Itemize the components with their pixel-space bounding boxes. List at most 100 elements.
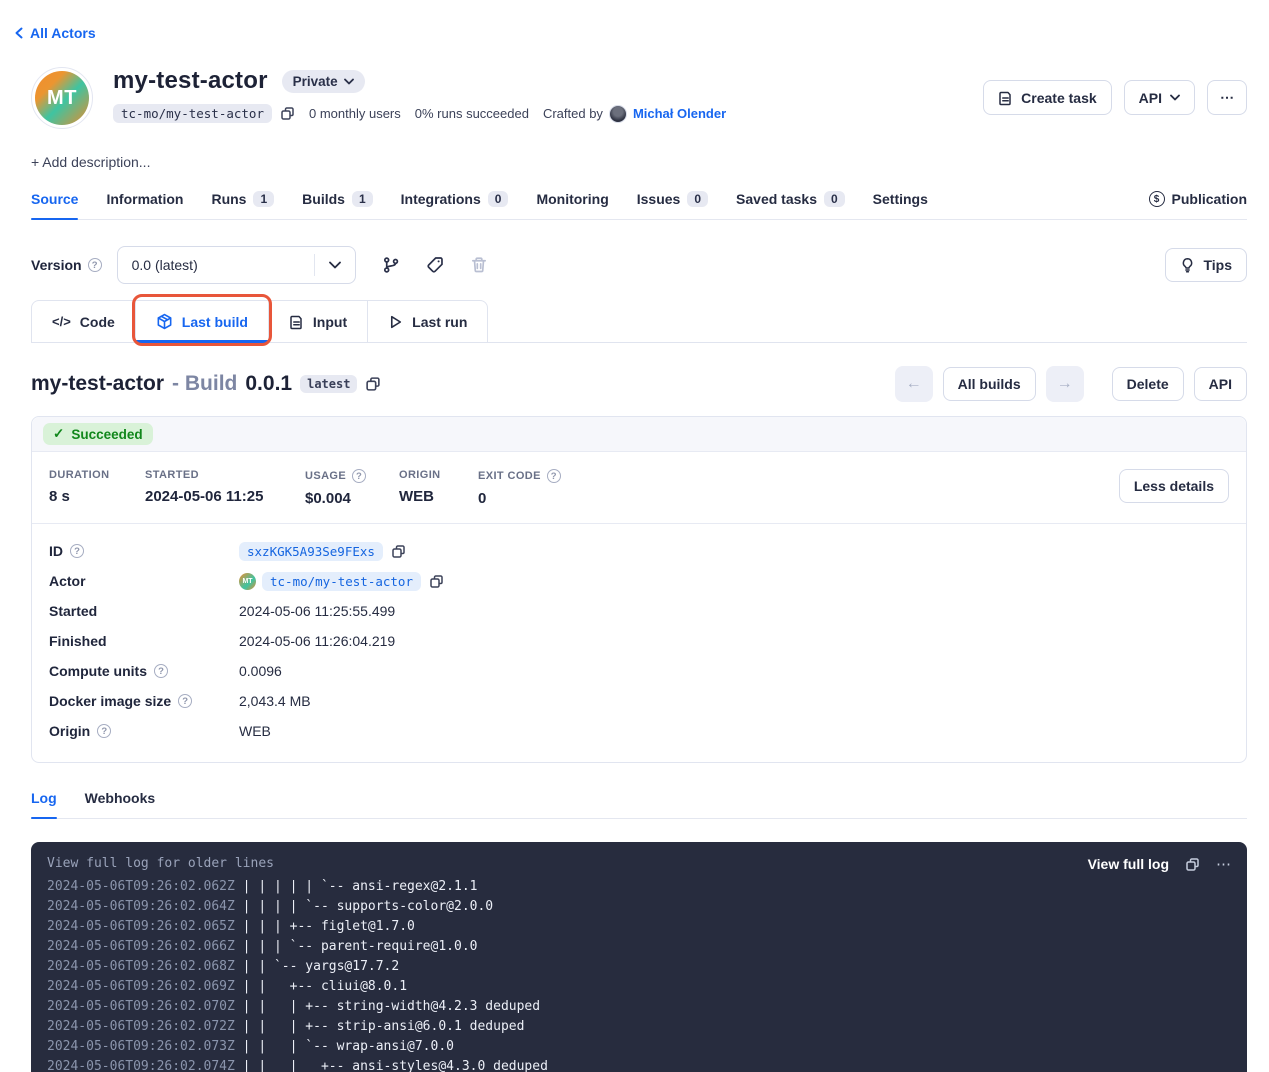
tab-source[interactable]: Source [31,191,78,219]
tag-icon[interactable] [426,256,444,274]
help-icon[interactable]: ? [88,258,102,272]
help-icon[interactable]: ? [70,544,84,558]
trash-icon[interactable] [470,256,488,274]
help-icon[interactable]: ? [352,469,366,483]
delete-build-button[interactable]: Delete [1112,367,1184,401]
help-icon[interactable]: ? [547,469,561,483]
version-select[interactable]: 0.0 (latest) [117,246,356,284]
build-version-number: 0.0.1 [245,372,292,396]
actor-link-badge[interactable]: tc-mo/my-test-actor [262,572,421,591]
tab-log[interactable]: Log [31,790,57,818]
author-link[interactable]: Michał Olender [633,106,726,121]
next-build-button[interactable]: → [1046,366,1084,402]
tab-builds-count: 1 [352,191,373,207]
subtab-last-build[interactable]: Last build [136,301,269,342]
copy-slug-icon[interactable] [280,106,295,121]
tab-publication[interactable]: $ Publication [1149,191,1247,219]
page: All Actors MT my-test-actor Private tc-m… [0,0,1269,1072]
build-id-badge[interactable]: sxzKGK5A93Se9FExs [239,542,383,561]
tab-saved-tasks-count: 0 [824,191,845,207]
chevron-left-icon [14,27,25,39]
tab-runs[interactable]: Runs1 [211,191,274,219]
help-icon[interactable]: ? [154,664,168,678]
stat-duration: DURATION 8 s [49,469,145,505]
create-task-label: Create task [1021,90,1097,106]
detail-row-finished: Finished 2024-05-06 11:26:04.219 [49,626,1229,656]
copy-id-icon[interactable] [391,544,406,559]
log-lines: 2024-05-06T09:26:02.062Z | | | | | `-- a… [47,877,1231,1072]
tab-integrations[interactable]: Integrations0 [401,191,509,219]
git-branch-icon[interactable] [382,256,400,274]
actor-avatar: MT [31,67,93,129]
author-avatar [609,105,627,123]
actor-header-main: my-test-actor Private tc-mo/my-test-acto… [113,67,983,123]
build-log-panel[interactable]: View full log for older lines View full … [31,842,1247,1072]
build-title-row: my-test-actor - Build 0.0.1 latest ← All… [31,366,1247,402]
build-details-list: ID? sxzKGK5A93Se9FExs Actor MT tc-mo/my-… [32,523,1246,762]
copy-build-icon[interactable] [365,376,381,392]
detail-row-actor: Actor MT tc-mo/my-test-actor [49,566,1229,596]
add-description-link[interactable]: + Add description... [31,154,1247,170]
build-api-button[interactable]: API [1194,367,1247,401]
build-actor-name: my-test-actor [31,372,164,396]
version-toolbar: Version ? 0.0 (latest) Tips [31,246,1247,284]
previous-build-button[interactable]: ← [895,366,933,402]
api-label: API [1139,90,1162,106]
tips-button[interactable]: Tips [1165,248,1247,282]
tab-saved-tasks[interactable]: Saved tasks0 [736,191,845,219]
document-icon [289,314,304,330]
tab-monitoring[interactable]: Monitoring [536,191,608,219]
open-log-external-icon[interactable] [1185,857,1200,872]
build-stats-row: DURATION 8 s STARTED 2024-05-06 11:25 US… [32,452,1246,523]
log-older-lines-note: View full log for older lines [47,854,274,874]
detail-row-origin: Origin? WEB [49,716,1229,746]
help-icon[interactable]: ? [178,694,192,708]
stat-started: STARTED 2024-05-06 11:25 [145,469,305,505]
detail-row-compute-units: Compute units? 0.0096 [49,656,1229,686]
copy-actor-icon[interactable] [429,574,444,589]
help-icon[interactable]: ? [97,724,111,738]
actor-meta: tc-mo/my-test-actor 0 monthly users 0% r… [113,104,983,123]
visibility-dropdown[interactable]: Private [282,70,365,93]
chevron-down-icon [315,261,355,269]
latest-badge: latest [300,375,357,393]
back-to-all-actors-link[interactable]: All Actors [14,25,96,41]
create-task-button[interactable]: Create task [983,80,1112,115]
lightbulb-icon [1180,257,1195,273]
back-link-label: All Actors [30,25,96,41]
build-detail-card: ✓ Succeeded DURATION 8 s STARTED 2024-05… [31,416,1247,763]
subtab-last-run[interactable]: Last run [368,301,487,342]
subtab-code[interactable]: </> Code [32,301,136,342]
tab-issues[interactable]: Issues0 [637,191,708,219]
all-builds-button[interactable]: All builds [943,367,1036,401]
dollar-circle-icon: $ [1149,191,1165,207]
log-more-icon[interactable]: ⋯ [1216,855,1231,873]
source-subtab-bar: </> Code Last build Input [31,300,1247,343]
stat-usage: USAGE? $0.004 [305,469,399,507]
crafted-by-label: Crafted by [543,106,603,121]
build-actions: ← All builds → Delete API [895,366,1247,402]
document-icon [998,90,1013,106]
version-select-value: 0.0 (latest) [118,257,314,273]
less-details-button[interactable]: Less details [1119,469,1229,503]
actor-avatar-initials: MT [35,71,89,125]
actor-slug-badge[interactable]: tc-mo/my-test-actor [113,104,272,123]
log-header: View full log for older lines View full … [47,854,1231,874]
view-full-log-link[interactable]: View full log [1088,854,1169,874]
tab-information[interactable]: Information [106,191,183,219]
tab-webhooks[interactable]: Webhooks [85,790,156,818]
build-title-separator: - Build [172,372,237,396]
tab-builds[interactable]: Builds1 [302,191,372,219]
monthly-users-stat: 0 monthly users [309,106,401,121]
detail-row-id: ID? sxzKGK5A93Se9FExs [49,536,1229,566]
detail-row-docker-image-size: Docker image size? 2,043.4 MB [49,686,1229,716]
page-title: my-test-actor [113,67,268,95]
header-actions: Create task API ⋯ [983,80,1247,115]
api-dropdown-button[interactable]: API [1124,80,1195,115]
tab-issues-count: 0 [687,191,708,207]
subtab-input[interactable]: Input [269,301,368,342]
visibility-label: Private [293,74,338,89]
more-actions-button[interactable]: ⋯ [1207,80,1247,115]
check-icon: ✓ [53,426,64,442]
tab-settings[interactable]: Settings [873,191,928,219]
